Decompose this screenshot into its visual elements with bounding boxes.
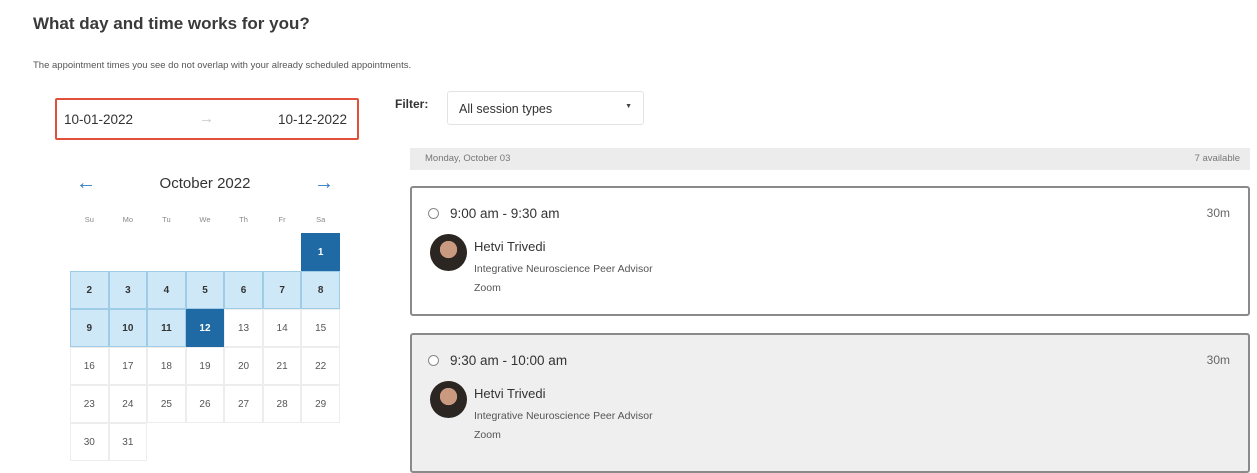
calendar-day[interactable]: 12 [185, 309, 225, 347]
calendar-week: 2345678 [70, 271, 340, 309]
calendar-empty-cell [301, 423, 340, 461]
weekday-label: Th [239, 215, 248, 224]
calendar-week: 23 24 25 26 27 28 29 [70, 385, 340, 423]
calendar-day: 18 [147, 347, 186, 385]
calendar-day[interactable]: 1 [301, 233, 340, 271]
calendar-empty-cell [263, 233, 302, 271]
calendar-day[interactable]: 4 [147, 271, 186, 309]
calendar-day: 19 [185, 347, 225, 385]
calendar-day[interactable]: 3 [108, 271, 148, 309]
weekday-label: Mo [122, 215, 134, 224]
calendar-empty-cell [147, 233, 186, 271]
weekday-label: Sa [316, 215, 326, 224]
weekday-label: Su [84, 215, 94, 224]
calendar-day[interactable]: 7 [262, 271, 302, 309]
calendar-day[interactable]: 9 [70, 309, 109, 347]
calendar-day: 25 [147, 385, 186, 423]
day-header: Monday, October 03 7 available [410, 148, 1250, 170]
calendar-day: 17 [108, 347, 148, 385]
calendar-day: 21 [262, 347, 302, 385]
calendar-empty-cell [186, 423, 225, 461]
session-type-select[interactable]: All session types ▼ [447, 91, 644, 125]
radio-unchecked-icon[interactable] [428, 355, 439, 366]
calendar-day: 29 [301, 385, 340, 423]
calendar-empty-cell [147, 423, 186, 461]
page-title: What day and time works for you? [33, 14, 310, 33]
availability-count: 7 available [1194, 153, 1240, 164]
calendar-day: 14 [262, 309, 302, 347]
calendar-day: 24 [108, 385, 148, 423]
arrow-right-icon[interactable]: → [314, 172, 334, 195]
session-type-value: All session types [459, 102, 553, 116]
avatar [430, 234, 467, 271]
time-slot-card[interactable]: 9:30 am - 10:00 am 30m Hetvi Trivedi Int… [410, 333, 1250, 473]
calendar-grid: Su Mo Tu We Th Fr Sa 1 2 3 4 5 6 7 8 9 10 11 12 13 14 15 16 17 1… [70, 207, 340, 461]
calendar-day[interactable]: 5 [185, 271, 225, 309]
calendar-week: 9 10 11 12 13 14 15 [70, 309, 340, 347]
weekday-row: Su Mo Tu We Th Fr Sa [70, 207, 340, 233]
calendar-week: 16 17 18 19 20 21 22 [70, 347, 340, 385]
caret-down-icon: ▼ [625, 103, 632, 110]
calendar-day: 20 [224, 347, 263, 385]
slot-duration: 30m [1206, 206, 1230, 220]
calendar-day[interactable]: 2 [70, 271, 109, 309]
advisor-name: Hetvi Trivedi [474, 386, 546, 401]
calendar-month-label: October 2022 [159, 175, 251, 192]
calendar-day: 27 [224, 385, 263, 423]
weekday-label: We [199, 215, 211, 224]
slot-time: 9:00 am - 9:30 am [450, 206, 560, 221]
calendar-day[interactable]: 8 [301, 271, 340, 309]
meeting-location: Zoom [474, 429, 501, 441]
slot-duration: 30m [1206, 353, 1230, 367]
slot-time: 9:30 am - 10:00 am [450, 353, 568, 368]
calendar-day: 22 [301, 347, 340, 385]
calendar-header: ← October 2022 → [70, 170, 340, 198]
weekday-label: Tu [162, 215, 171, 224]
calendar-day: 23 [70, 385, 109, 423]
calendar-day: 15 [301, 309, 340, 347]
calendar-day[interactable]: 6 [224, 271, 263, 309]
avatar [430, 381, 467, 418]
radio-unchecked-icon[interactable] [428, 208, 439, 219]
calendar-day[interactable]: 11 [147, 309, 186, 347]
calendar-empty-cell [263, 423, 302, 461]
calendar-day: 16 [70, 347, 109, 385]
page-subtitle: The appointment times you see do not ove… [33, 60, 412, 71]
calendar-day: 13 [224, 309, 263, 347]
time-slot-card[interactable]: 9:00 am - 9:30 am 30m Hetvi Trivedi Inte… [410, 186, 1250, 316]
date-range-picker[interactable]: 10-01-2022 → 10-12-2022 [55, 98, 359, 140]
day-header-date: Monday, October 03 [425, 153, 511, 164]
advisor-role: Integrative Neuroscience Peer Advisor [474, 263, 653, 275]
calendar-empty-cell [224, 233, 263, 271]
calendar-empty-cell [109, 233, 148, 271]
advisor-name: Hetvi Trivedi [474, 239, 546, 254]
weekday-label: Fr [278, 215, 286, 224]
calendar-day[interactable]: 10 [108, 309, 148, 347]
arrow-right-icon: → [199, 110, 214, 127]
calendar-week: 30 31 [70, 423, 340, 461]
calendar-day: 31 [108, 423, 148, 461]
calendar-day: 30 [70, 423, 109, 461]
calendar-day: 28 [262, 385, 302, 423]
advisor-role: Integrative Neuroscience Peer Advisor [474, 410, 653, 422]
start-date-field[interactable]: 10-01-2022 [64, 112, 133, 127]
meeting-location: Zoom [474, 282, 501, 294]
calendar-day: 26 [185, 385, 225, 423]
calendar-empty-cell [224, 423, 263, 461]
calendar-empty-cell [186, 233, 225, 271]
filter-label: Filter: [395, 97, 429, 111]
calendar-empty-cell [70, 233, 109, 271]
calendar-week: 1 [70, 233, 340, 271]
end-date-field[interactable]: 10-12-2022 [278, 112, 347, 127]
